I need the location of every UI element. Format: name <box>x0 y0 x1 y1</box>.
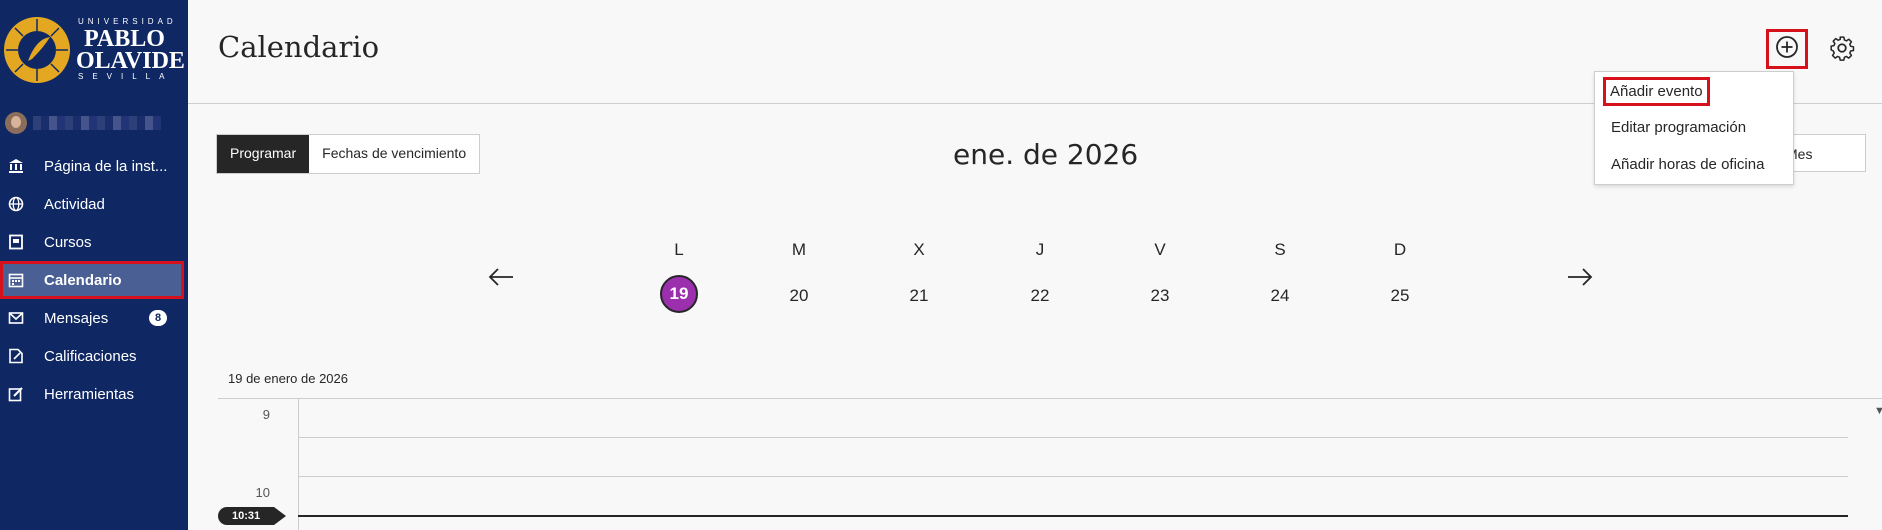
sidebar-item-label: Herramientas <box>44 385 135 403</box>
avatar <box>5 112 27 134</box>
current-time-line <box>298 515 1848 517</box>
schedule-half-hour-line <box>298 437 1848 438</box>
day-letter: V <box>1154 240 1166 259</box>
logo-emblem-icon <box>4 17 70 83</box>
user-name-redacted <box>33 116 161 130</box>
day-letter: S <box>1274 240 1286 259</box>
sidebar-item-label: Calificaciones <box>44 347 137 365</box>
today-date[interactable]: 19 <box>660 275 698 313</box>
scroll-indicator-icon: ▼ <box>1874 405 1882 417</box>
grades-icon <box>8 348 24 364</box>
day-date[interactable]: 24 <box>1258 277 1302 315</box>
schedule-date-label: 19 de enero de 2026 <box>228 371 348 386</box>
sidebar-item-activity[interactable]: Actividad <box>0 185 188 223</box>
previous-week-button[interactable] <box>486 264 516 294</box>
sidebar-item-label: Calendario <box>44 271 122 289</box>
calendar-icon <box>8 272 24 288</box>
logo-main-text: PABLO OLAVIDE <box>76 26 185 74</box>
day-column[interactable]: M 20 <box>777 240 821 315</box>
sidebar-item-label: Actividad <box>44 195 105 213</box>
user-profile[interactable] <box>0 110 188 136</box>
schedule-top-border <box>218 398 1882 399</box>
hour-label: 9 <box>262 407 270 422</box>
day-date[interactable]: 20 <box>777 277 821 315</box>
add-button[interactable] <box>1766 29 1808 69</box>
day-letter: M <box>791 240 807 259</box>
settings-button[interactable] <box>1828 35 1856 66</box>
sidebar-item-courses[interactable]: Cursos <box>0 223 188 261</box>
courses-icon <box>8 234 24 250</box>
day-column[interactable]: V 23 <box>1138 240 1182 315</box>
view-toggle: Programar Fechas de vencimiento <box>216 134 481 174</box>
plus-circle-icon <box>1775 35 1799 64</box>
arrow-left-icon <box>487 267 515 292</box>
hour-label: 10 <box>255 485 270 500</box>
due-dates-view-button[interactable]: Fechas de vencimiento <box>309 135 479 173</box>
institution-icon <box>8 158 24 174</box>
mail-icon <box>8 310 24 326</box>
day-letter: D <box>1393 240 1407 259</box>
add-office-hours-menu-item[interactable]: Añadir horas de oficina <box>1611 156 1764 173</box>
sidebar-nav: Página de la inst... Actividad Cursos Ca… <box>0 147 188 413</box>
logo-line1: PABLO <box>84 26 165 52</box>
day-letter: J <box>1035 240 1045 259</box>
day-column[interactable]: L 19 <box>657 240 701 313</box>
university-logo[interactable]: UNIVERSIDAD PABLO OLAVIDE SEVILLA <box>0 0 188 102</box>
day-letter: X <box>913 240 925 259</box>
sidebar-item-calendar[interactable]: Calendario <box>0 261 184 299</box>
sidebar-item-tools[interactable]: Herramientas <box>0 375 188 413</box>
tools-icon <box>8 386 24 402</box>
gear-icon <box>1829 35 1855 66</box>
edit-schedule-menu-item[interactable]: Editar programación <box>1611 119 1746 136</box>
sidebar-item-messages[interactable]: Mensajes 8 <box>0 299 188 337</box>
schedule-hour-divider <box>298 399 299 530</box>
page-title: Calendario <box>218 30 380 64</box>
schedule-hour-line <box>298 476 1848 477</box>
sidebar: UNIVERSIDAD PABLO OLAVIDE SEVILLA Página… <box>0 0 188 530</box>
arrow-right-icon <box>1566 267 1594 292</box>
unread-count-badge: 8 <box>149 310 167 326</box>
day-column[interactable]: J 22 <box>1018 240 1062 315</box>
logo-line2: OLAVIDE <box>76 48 185 74</box>
day-date[interactable]: 25 <box>1378 277 1422 315</box>
sidebar-item-label: Cursos <box>44 233 92 251</box>
day-column[interactable]: S 24 <box>1258 240 1302 315</box>
main-content: Calendario Programar Fechas de vencimien… <box>188 0 1882 530</box>
logo-bottom-text: SEVILLA <box>78 72 174 81</box>
sidebar-item-label: Página de la inst... <box>44 157 168 175</box>
current-time-indicator: 10:31 <box>218 507 287 525</box>
day-date[interactable]: 23 <box>1138 277 1182 315</box>
schedule-view-button[interactable]: Programar <box>217 135 310 173</box>
day-letter: L <box>674 240 684 259</box>
add-menu: Añadir evento Editar programación Añadir… <box>1594 71 1794 185</box>
sidebar-item-grades[interactable]: Calificaciones <box>0 337 188 375</box>
add-event-menu-item[interactable]: Añadir evento <box>1603 77 1710 106</box>
month-title: ene. de 2026 <box>953 138 1139 171</box>
globe-icon <box>8 196 24 212</box>
day-date[interactable]: 21 <box>897 277 941 315</box>
next-week-button[interactable] <box>1565 264 1595 294</box>
day-column[interactable]: D 25 <box>1378 240 1422 315</box>
day-date[interactable]: 22 <box>1018 277 1062 315</box>
sidebar-item-institution[interactable]: Página de la inst... <box>0 147 188 185</box>
logo-top-text: UNIVERSIDAD <box>78 17 177 26</box>
sidebar-item-label: Mensajes <box>44 309 109 327</box>
day-column[interactable]: X 21 <box>897 240 941 315</box>
